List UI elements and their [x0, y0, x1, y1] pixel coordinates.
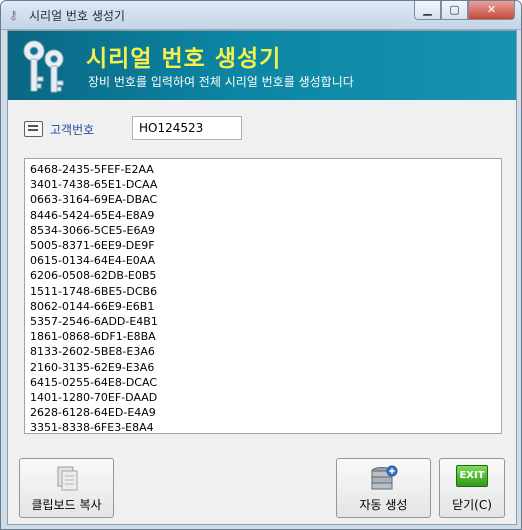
- close-button[interactable]: EXIT 닫기(C): [439, 458, 505, 518]
- customer-row: 고객번호: [8, 100, 516, 158]
- serial-line: 8062-0144-66E9-E6B1: [30, 299, 155, 313]
- auto-generate-label: 자동 생성: [359, 498, 408, 512]
- serial-line: 1401-1280-70EF-DAAD: [30, 391, 158, 405]
- serial-line: 8133-2602-5BE8-E3A6: [30, 345, 155, 359]
- serial-line: 2160-3135-62E9-E3A6: [30, 360, 155, 374]
- serial-line: 6206-0508-62DB-E0B5: [30, 269, 157, 283]
- auto-generate-button[interactable]: 자동 생성: [336, 458, 431, 518]
- banner-subtitle: 장비 번호를 입력하여 전체 시리얼 번호를 생성합니다: [88, 75, 354, 89]
- window-title: 시리얼 번호 생성기: [29, 9, 125, 23]
- client-area: 시리얼 번호 생성기 장비 번호를 입력하여 전체 시리얼 번호를 생성합니다 …: [7, 30, 517, 525]
- customer-number-label: 고객번호: [50, 123, 95, 137]
- serial-line: 3401-7438-65E1-DCAA: [30, 178, 158, 192]
- form-icon: [24, 121, 43, 137]
- serial-line: 1861-0868-6DF1-E8BA: [30, 330, 156, 344]
- serial-list[interactable]: 6468-2435-5FEF-E2AA 3401-7438-65E1-DCAA 06…: [24, 158, 502, 434]
- window-controls: ▁ ▢ ✕: [414, 1, 515, 21]
- copy-clipboard-label: 클립보드 복사: [31, 498, 102, 512]
- app-window: ⚷ 시리얼 번호 생성기 ▁ ▢ ✕ 시리얼 번호 생성기 장비 번호를 입력하…: [0, 0, 522, 530]
- serial-line: 5357-2546-6ADD-E4B1: [30, 315, 158, 329]
- close-window-button[interactable]: ✕: [468, 1, 515, 20]
- maximize-button[interactable]: ▢: [441, 1, 468, 20]
- serial-line: 6468-2435-5FEF-E2AA: [30, 163, 154, 176]
- exit-icon: EXIT: [456, 465, 488, 487]
- serial-line: 6415-0255-64E8-DCAC: [30, 375, 158, 389]
- header-banner: 시리얼 번호 생성기 장비 번호를 입력하여 전체 시리얼 번호를 생성합니다: [8, 31, 516, 100]
- key-icon: ⚷: [9, 8, 18, 22]
- serial-line: 8446-5424-65E4-E8A9: [30, 208, 155, 222]
- serial-line: 0615-0134-64E4-E0AA: [30, 254, 156, 268]
- customer-number-input[interactable]: [132, 116, 242, 140]
- minimize-button[interactable]: ▁: [414, 1, 441, 20]
- serial-line: 2628-6128-64ED-E4A9: [30, 406, 156, 420]
- serial-line: 5005-8371-6EE9-DE9F: [30, 239, 155, 253]
- clipboard-icon: [54, 465, 80, 497]
- keys-icon: [20, 37, 76, 101]
- button-bar: 클립보드 복사 자동 생성 EXIT 닫기(C): [8, 452, 516, 524]
- close-label: 닫기(C): [452, 498, 492, 512]
- banner-title: 시리얼 번호 생성기: [86, 46, 282, 72]
- serial-line: 0663-3164-69EA-DBAC: [30, 193, 158, 207]
- title-bar[interactable]: ⚷ 시리얼 번호 생성기 ▁ ▢ ✕: [1, 1, 521, 30]
- serial-line: 8534-3066-5CE5-E6A9: [30, 223, 155, 237]
- database-add-icon: [369, 465, 399, 499]
- copy-clipboard-button[interactable]: 클립보드 복사: [19, 458, 114, 518]
- serial-line: 3351-8338-6FE3-E8A4: [30, 421, 154, 434]
- serial-line: 1511-1748-6BE5-DCB6: [30, 284, 158, 298]
